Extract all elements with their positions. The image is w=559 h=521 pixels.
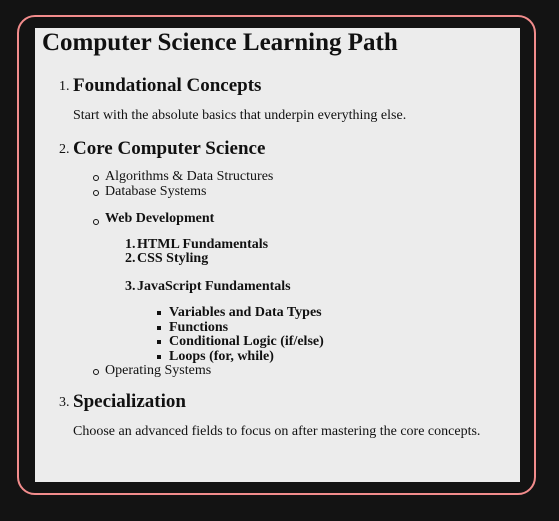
javascript-topic-label: Conditional Logic (if/else) <box>169 334 324 349</box>
section-heading-specialization: Specialization <box>73 390 186 412</box>
web-topic-number: 3. <box>125 278 136 294</box>
section-number: 2. <box>59 142 70 157</box>
web-topic-html: 1. HTML Fundamentals <box>125 236 503 253</box>
section-heading-foundational-concepts: Foundational Concepts <box>73 75 262 96</box>
core-topic-label: Operating Systems <box>105 363 212 378</box>
javascript-topic: Conditional Logic (if/else) <box>157 334 503 350</box>
javascript-heading: JavaScript Fundamentals <box>137 278 291 294</box>
section-number: 1. <box>59 79 70 94</box>
core-topic-label: Database Systems <box>105 183 207 199</box>
section-heading-core-computer-science: Core Computer Science <box>73 138 266 159</box>
specialization-description: Choose an advanced fields to focus on af… <box>73 423 481 439</box>
hollow-circle-bullet-icon <box>93 369 99 375</box>
hollow-circle-bullet-icon <box>93 189 99 196</box>
javascript-topic-label: Functions <box>169 319 229 335</box>
web-topic-number: 2. <box>125 251 136 266</box>
web-topic-label: HTML Fundamentals <box>137 236 269 252</box>
section-specialization: 3. Specialization Choose an advanced fie… <box>59 390 503 440</box>
hollow-circle-bullet-icon <box>93 219 99 225</box>
square-bullet-icon <box>157 325 161 330</box>
core-topic-database-systems: Database Systems <box>93 183 503 200</box>
foundational-description: Start with the absolute basics that unde… <box>73 108 407 123</box>
core-topics-list: Algorithms & Data Structures Database Sy… <box>73 169 503 379</box>
web-topic-number: 1. <box>125 236 136 252</box>
square-bullet-icon <box>157 354 161 359</box>
web-development-heading: Web Development <box>105 211 215 226</box>
section-core-computer-science: 2. Core Computer Science Algorithms & Da… <box>59 138 503 379</box>
web-development-list: 1. HTML Fundamentals 2. CSS Styling 3. J… <box>105 236 503 365</box>
page-title: Computer Science Learning Path <box>42 29 398 56</box>
javascript-topic: Functions <box>157 319 503 336</box>
web-topic-css: 2. CSS Styling <box>125 251 503 267</box>
learning-path-document: Computer Science Learning Path 1. Founda… <box>35 28 520 482</box>
javascript-topic: Loops (for, while) <box>157 348 503 365</box>
section-number: 3. <box>59 394 70 410</box>
square-bullet-icon <box>157 311 161 315</box>
learning-path-list: 1. Foundational Concepts Start with the … <box>59 75 503 440</box>
section-foundational-concepts: 1. Foundational Concepts Start with the … <box>59 75 503 124</box>
core-topic-algorithms: Algorithms & Data Structures <box>93 169 503 185</box>
square-bullet-icon <box>157 340 161 344</box>
core-topic-label: Algorithms & Data Structures <box>105 169 274 184</box>
javascript-topics-list: Variables and Data Types Functions Condi… <box>137 305 503 365</box>
hollow-circle-bullet-icon <box>93 175 99 181</box>
javascript-topic-label: Variables and Data Types <box>169 305 322 320</box>
web-topic-javascript: 3. JavaScript Fundamentals Variables and… <box>125 278 503 365</box>
javascript-topic: Variables and Data Types <box>157 305 503 321</box>
javascript-topic-label: Loops (for, while) <box>169 348 274 364</box>
core-topic-operating-systems: Operating Systems <box>93 363 503 379</box>
web-topic-label: CSS Styling <box>137 251 209 266</box>
core-topic-web-development: Web Development 1. HTML Fundamentals 2. … <box>93 211 503 365</box>
